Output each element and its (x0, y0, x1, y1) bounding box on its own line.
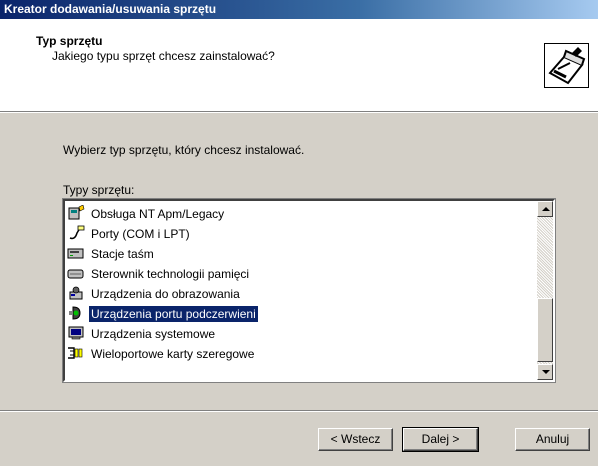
scroll-thumb[interactable] (537, 298, 553, 362)
list-item-apm-legacy[interactable]: Obsługa NT Apm/Legacy (65, 203, 536, 223)
instruction-text: Wybierz typ sprzętu, który chcesz instal… (63, 143, 305, 157)
imaging-device-icon (69, 286, 83, 300)
list-item-system-devices[interactable]: Urządzenia systemowe (65, 323, 536, 343)
window-titlebar[interactable]: Kreator dodawania/usuwania sprzętu (0, 0, 598, 19)
list-item-imaging-devices[interactable]: Urządzenia do obrazowania (65, 283, 536, 303)
infrared-icon (69, 306, 81, 320)
next-button[interactable]: Dalej > (402, 427, 479, 452)
vertical-scrollbar[interactable] (537, 201, 553, 380)
tape-drive-icon (67, 248, 84, 259)
memory-tech-icon (67, 269, 84, 279)
list-item-label: Urządzenia do obrazowania (91, 286, 240, 301)
hardware-wizard-icon (544, 43, 589, 88)
list-item-label: Stacje taśm (91, 246, 154, 261)
list-item-label: Wieloportowe karty szeregowe (91, 346, 255, 361)
cancel-button[interactable]: Anuluj (515, 428, 590, 451)
multiport-serial-icon (68, 347, 83, 359)
list-items: Obsługa NT Apm/Legacy Porty (COM i LPT) … (65, 203, 536, 380)
list-item-label: Porty (COM i LPT) (91, 226, 190, 241)
hardware-types-listbox[interactable]: Obsługa NT Apm/Legacy Porty (COM i LPT) … (62, 198, 556, 383)
hardware-types-label: Typy sprzętu: (63, 183, 135, 197)
scroll-down-button[interactable] (537, 364, 553, 380)
list-item-multiport-serial[interactable]: Wieloportowe karty szeregowe (65, 343, 536, 363)
wizard-header: Typ sprzętu Jakiego typu sprzęt chcesz z… (0, 19, 598, 113)
list-item-label: Urządzenia systemowe (91, 326, 216, 341)
list-item-memory-tech[interactable]: Sterownik technologii pamięci (65, 263, 536, 283)
arrow-down-icon (542, 370, 550, 374)
header-title: Typ sprzętu (36, 34, 103, 48)
port-icon (69, 225, 85, 240)
system-device-icon (68, 326, 84, 340)
list-item-label: Sterownik technologii pamięci (91, 266, 250, 281)
list-item-label: Obsługa NT Apm/Legacy (91, 206, 225, 221)
arrow-up-icon (542, 207, 550, 211)
window-title: Kreator dodawania/usuwania sprzętu (4, 2, 217, 16)
list-item-tape-drives[interactable]: Stacje taśm (65, 243, 536, 263)
apm-legacy-icon (68, 205, 85, 220)
list-item-label: Urządzenia portu podczerwieni (88, 304, 259, 323)
list-item-ports[interactable]: Porty (COM i LPT) (65, 223, 536, 243)
back-button[interactable]: < Wstecz (318, 428, 393, 451)
scroll-up-button[interactable] (537, 201, 553, 217)
header-subtitle: Jakiego typu sprzęt chcesz zainstalować? (52, 49, 275, 63)
footer-divider-highlight (0, 411, 598, 412)
list-item-infrared-devices[interactable]: Urządzenia portu podczerwieni (65, 303, 536, 323)
